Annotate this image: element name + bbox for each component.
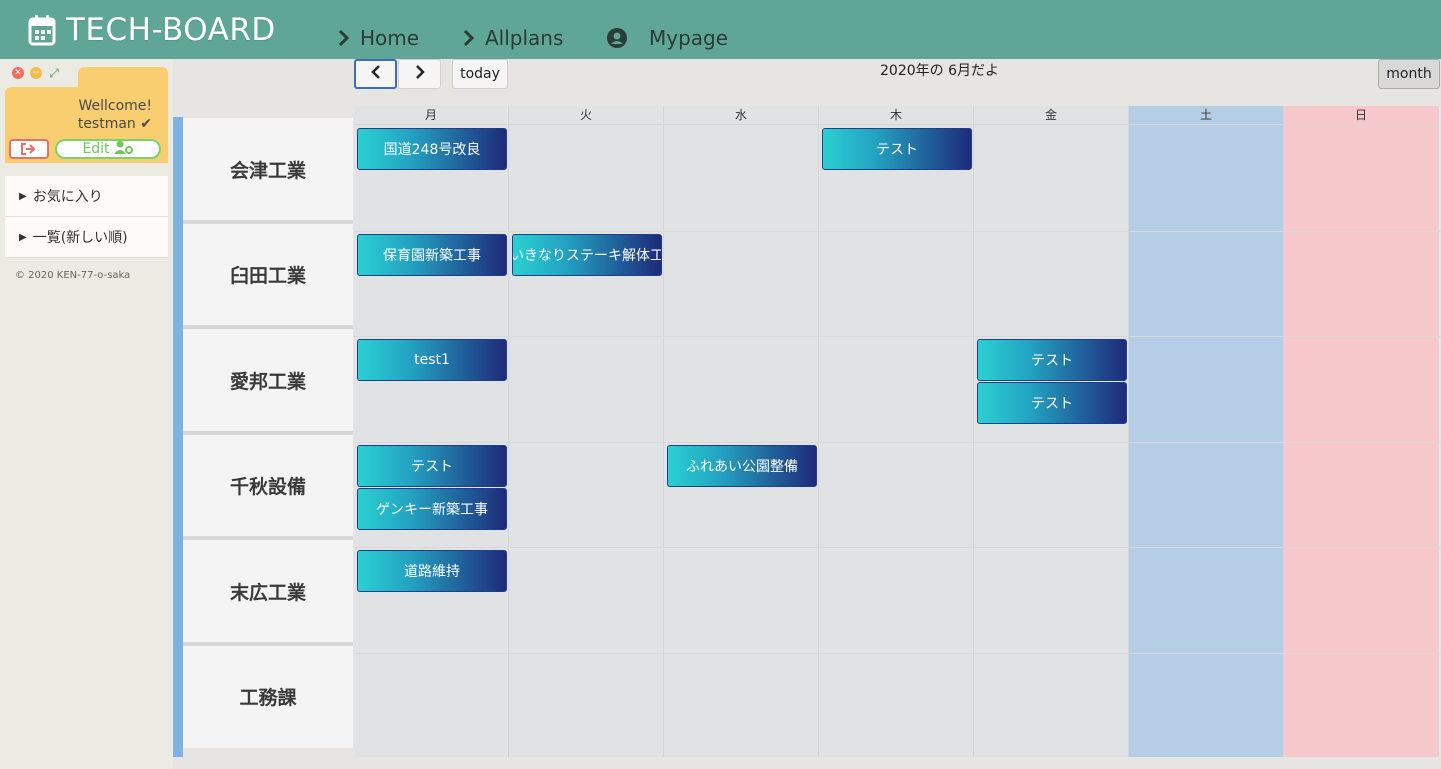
day-column[interactable]: 土 [1129,106,1284,757]
resource-label: 臼田工業 [183,223,353,326]
check-icon: ✔ [140,116,152,132]
calendar-grid: 月火水木金土日国道248号改良 テスト 保育園新築工事 いきなりステーキ解体工 test… [354,106,1441,757]
resource-separator [183,219,353,224]
edit-label: Edit [82,141,110,157]
user-settings-icon [113,140,134,158]
logout-button[interactable] [9,139,49,159]
resource-label: 愛邦工業 [183,329,353,431]
username: testman [77,116,136,132]
chevron-right-icon [463,29,485,47]
menu-item-list-newest[interactable]: ▶ 一覧(新しい順) [5,217,168,258]
resource-accent-bar [173,117,183,757]
day-header: 木 [819,106,973,125]
chevron-right-icon [338,29,360,47]
day-header: 月 [354,106,508,125]
expand-icon[interactable]: ⤢ [48,67,60,79]
day-column[interactable]: 火 [509,106,664,757]
event-chip[interactable]: 保育園新築工事 [357,233,507,276]
user-card-tab [78,67,168,89]
sign-out-icon [20,140,38,159]
event-chip[interactable]: ふれあい公園整備 [667,444,817,487]
day-header: 日 [1284,106,1438,125]
event-chip[interactable]: テスト [357,444,507,487]
resource-label: 会津工業 [183,118,353,220]
event-chip[interactable]: テスト [977,382,1127,424]
next-button[interactable] [398,59,441,89]
event-chip[interactable]: test1 [357,339,507,381]
app-header: TECH-BOARD Home Allplans Mypage [0,0,1441,59]
event-chip[interactable]: 国道248号改良 [357,128,507,170]
resource-separator [183,430,353,435]
day-header: 火 [509,106,663,125]
nav-allplans-label: Allplans [485,26,564,50]
nav-allplans[interactable]: Allplans [463,26,563,50]
chevron-left-icon [370,65,381,83]
edit-profile-button[interactable]: Edit [55,139,161,159]
nav-mypage-label: Mypage [649,26,729,50]
welcome-text: Wellcome! testman ✔ [78,97,152,133]
sidebar: ✕ − ⤢ Wellcome! testman ✔ Edit ▶ お気に入り ▶… [0,59,173,769]
username-row: testman ✔ [78,115,152,133]
resource-label: 千秋設備 [183,434,353,537]
menu-item-label: 一覧(新しい順) [32,230,128,246]
close-icon[interactable]: ✕ [12,67,24,79]
chevron-right-icon [415,65,425,83]
resource-label: 工務課 [183,645,353,748]
day-column[interactable]: 月 [354,106,509,757]
window-controls: ✕ − ⤢ [12,67,60,79]
calendar-title: 2020年の 6月だよ [880,63,999,79]
event-chip[interactable]: テスト [977,339,1127,381]
month-view-button[interactable]: month [1378,59,1440,89]
day-column[interactable]: 金 [974,106,1129,757]
welcome-label: Wellcome! [78,98,152,114]
day-header: 水 [664,106,818,125]
minimize-icon[interactable]: − [30,67,42,79]
resource-separator [183,536,353,540]
day-column[interactable]: 日 [1284,106,1439,757]
user-circle-icon [607,28,637,48]
row-divider [354,336,1441,337]
day-header: 土 [1129,106,1283,125]
prev-button[interactable] [354,59,397,89]
row-divider [354,441,1441,443]
event-chip[interactable]: テスト [822,128,972,170]
resource-separator [183,641,353,646]
sidebar-menu: ▶ お気に入り ▶ 一覧(新しい順) [5,176,168,258]
day-column[interactable]: 水 [664,106,819,757]
menu-item-label: お気に入り [32,189,103,205]
event-chip[interactable]: いきなりステーキ解体工 [512,233,662,276]
day-header: 金 [974,106,1128,125]
day-column[interactable]: 木 [819,106,974,757]
menu-item-favorites[interactable]: ▶ お気に入り [5,176,168,217]
nav-home-label: Home [360,26,420,50]
row-divider [354,547,1441,548]
copyright: © 2020 KEN-77-o-saka [15,270,131,281]
event-chip[interactable]: ゲンキー新築工事 [357,487,507,530]
brand-title: TECH-BOARD [66,12,276,48]
today-button[interactable]: today [452,59,508,89]
row-divider [354,652,1441,654]
nav-mypage[interactable]: Mypage [607,26,728,50]
row-divider [354,230,1441,232]
resource-label: 末広工業 [183,540,353,642]
user-card: Wellcome! testman ✔ Edit [5,87,168,163]
caret-right-icon: ▶ [19,231,27,243]
caret-right-icon: ▶ [19,190,27,202]
resource-column: 会津工業 臼田工業 愛邦工業 千秋設備 末広工業 工務課 [183,117,353,757]
calendar-footer [173,757,1441,769]
resource-separator [183,325,353,329]
brand-logo[interactable]: TECH-BOARD [28,12,276,48]
nav-home[interactable]: Home [338,26,419,50]
event-chip[interactable]: 道路維持 [357,550,507,592]
calendar: today 2020年の 6月だよ month 会津工業 臼田工業 愛邦工業 千秋設備… [173,59,1441,769]
calendar-icon [28,14,56,46]
